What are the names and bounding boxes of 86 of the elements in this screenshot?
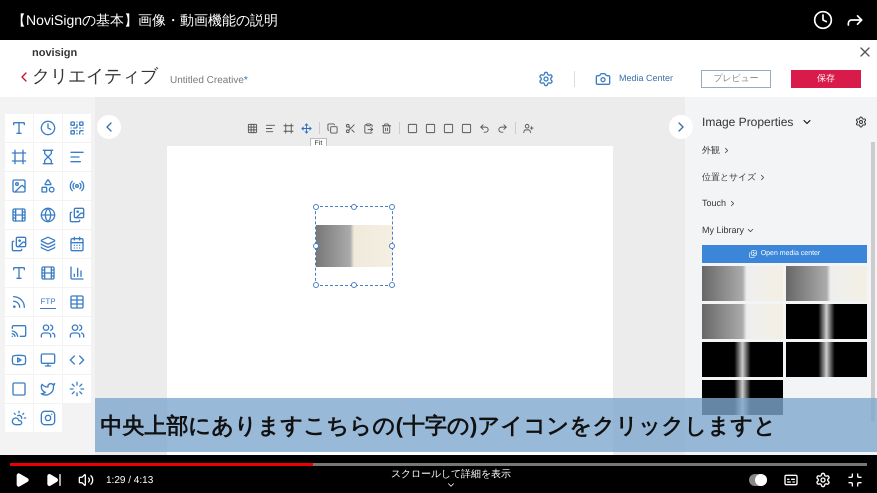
layers-icon[interactable] bbox=[40, 236, 56, 252]
save-button[interactable]: 保存 bbox=[791, 70, 861, 88]
qr-icon[interactable] bbox=[69, 120, 85, 136]
resize-handle[interactable] bbox=[313, 243, 319, 249]
video-web-icon[interactable] bbox=[40, 265, 56, 281]
add-user-icon[interactable] bbox=[522, 122, 534, 134]
frame-icon[interactable] bbox=[282, 122, 294, 134]
image-icon[interactable] bbox=[69, 207, 85, 223]
text-icon[interactable] bbox=[11, 120, 27, 136]
resize-handle[interactable] bbox=[351, 282, 357, 288]
camera-logo-icon[interactable] bbox=[40, 410, 56, 426]
copy-icon[interactable] bbox=[326, 122, 338, 134]
captions-icon[interactable] bbox=[783, 472, 799, 488]
section-toggle[interactable]: 外観 bbox=[702, 144, 731, 158]
scroll-hint: スクロールして詳細を表示 bbox=[391, 470, 512, 480]
logo-text: novisign bbox=[32, 48, 78, 59]
section-toggle[interactable]: 位置とサイズ bbox=[702, 170, 767, 184]
scissors-icon[interactable] bbox=[344, 122, 356, 134]
camera-icon bbox=[594, 71, 611, 87]
resize-handle[interactable] bbox=[389, 282, 395, 288]
frame-icon[interactable] bbox=[11, 149, 27, 165]
grid-icon[interactable] bbox=[246, 122, 258, 134]
media-center-button[interactable]: Media Center bbox=[594, 71, 673, 87]
section-toggle[interactable]: My Library bbox=[702, 224, 756, 237]
collapse-button[interactable] bbox=[97, 115, 121, 139]
section-toggle[interactable]: Touch bbox=[702, 197, 738, 210]
resize-handle[interactable] bbox=[351, 204, 357, 210]
preview-button[interactable]: プレビュー bbox=[701, 70, 771, 88]
section-title: クリエイティブ bbox=[32, 65, 158, 88]
photo-placeholder[interactable] bbox=[702, 266, 783, 301]
layer-icon[interactable] bbox=[406, 122, 418, 134]
bar-chart-icon[interactable] bbox=[69, 265, 85, 281]
monitor-icon[interactable] bbox=[40, 352, 56, 368]
play-icon[interactable] bbox=[14, 472, 30, 488]
move-icon[interactable] bbox=[300, 122, 312, 134]
image-icon[interactable] bbox=[11, 178, 27, 194]
weather-icon[interactable] bbox=[11, 410, 27, 426]
time-display: 1:29 / 4:13 bbox=[106, 474, 154, 488]
volume-icon[interactable] bbox=[78, 472, 94, 488]
hourglass-icon[interactable] bbox=[40, 149, 56, 165]
video-icon[interactable] bbox=[11, 207, 27, 223]
globe-icon[interactable] bbox=[40, 207, 56, 223]
photo-placeholder[interactable] bbox=[786, 266, 867, 301]
layer-icon[interactable] bbox=[442, 122, 454, 134]
photo-placeholder[interactable] bbox=[786, 342, 867, 377]
creative-name: Untitled Creative* bbox=[170, 74, 248, 88]
exit-fullscreen-icon[interactable] bbox=[847, 472, 863, 488]
chevron-right-icon bbox=[722, 146, 731, 156]
feed-icon[interactable] bbox=[11, 323, 27, 339]
images-icon bbox=[748, 250, 757, 258]
redo-icon[interactable] bbox=[496, 122, 508, 134]
align-icon[interactable] bbox=[264, 122, 276, 134]
spinner-icon[interactable] bbox=[69, 381, 85, 397]
resize-handle[interactable] bbox=[313, 204, 319, 210]
people-icon[interactable] bbox=[40, 323, 56, 339]
trash-icon[interactable] bbox=[380, 122, 392, 134]
photo-placeholder[interactable] bbox=[702, 304, 783, 339]
next-icon[interactable] bbox=[46, 472, 62, 488]
video-title: 【NoviSignの基本】画像・動画機能の説明 bbox=[12, 10, 280, 30]
shapes-icon[interactable] bbox=[40, 178, 56, 194]
broadcast-icon[interactable] bbox=[69, 178, 85, 194]
text-list-icon[interactable] bbox=[11, 265, 27, 281]
layer-icon[interactable] bbox=[424, 122, 436, 134]
bird-icon[interactable] bbox=[40, 381, 56, 397]
panel-title: Image Properties bbox=[702, 114, 794, 131]
subtitle-text: 中央上部にありますこちらの(十字の)アイコンをクリックしますと bbox=[100, 412, 776, 440]
progress-track[interactable] bbox=[10, 463, 867, 466]
images-icon[interactable] bbox=[11, 236, 27, 252]
selection-frame[interactable] bbox=[315, 206, 393, 286]
autoplay-toggle[interactable] bbox=[749, 474, 767, 486]
expand-button[interactable] bbox=[669, 115, 693, 139]
settings-icon[interactable] bbox=[855, 116, 867, 128]
paste-icon[interactable] bbox=[362, 122, 374, 134]
list-icon[interactable] bbox=[69, 149, 85, 165]
group-icon[interactable] bbox=[69, 323, 85, 339]
calendar-icon[interactable] bbox=[69, 236, 85, 252]
photo-placeholder[interactable] bbox=[702, 342, 783, 377]
layer-icon[interactable] bbox=[460, 122, 472, 134]
undo-icon[interactable] bbox=[478, 122, 490, 134]
photo-placeholder[interactable] bbox=[786, 304, 867, 339]
table-icon[interactable] bbox=[69, 294, 85, 310]
chevron-right-icon bbox=[758, 172, 767, 182]
rss-icon[interactable] bbox=[11, 294, 27, 310]
video-logo-icon[interactable] bbox=[11, 352, 27, 368]
resize-handle[interactable] bbox=[389, 204, 395, 210]
resize-handle[interactable] bbox=[313, 282, 319, 288]
